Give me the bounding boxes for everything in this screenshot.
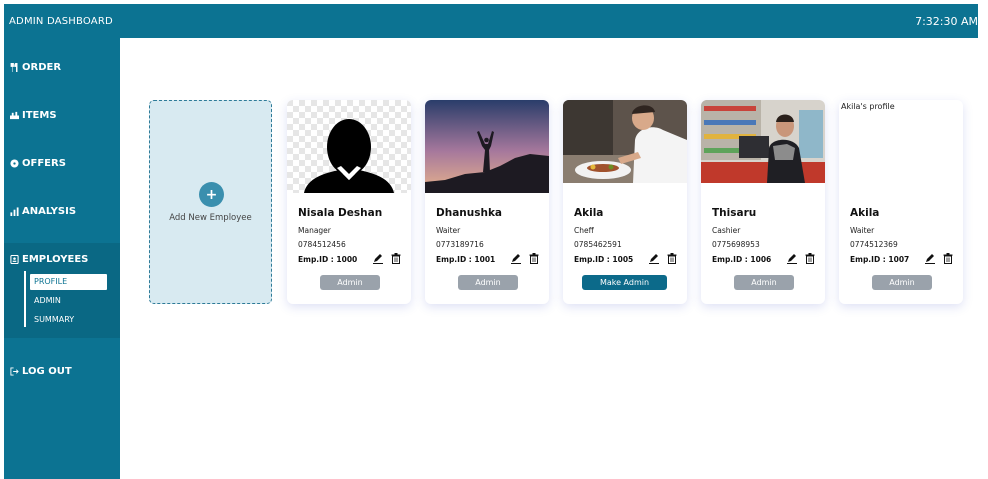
top-bar: ADMIN DASHBOARD 7:32:30 AM [4, 4, 978, 38]
items-icon [9, 110, 19, 120]
image-alt-text: Akila's profile [841, 102, 895, 111]
delete-icon[interactable] [805, 253, 815, 264]
edit-icon[interactable] [373, 254, 383, 264]
admin-button[interactable]: Admin [872, 275, 932, 290]
employee-name: Nisala Deshan [298, 207, 383, 219]
employee-photo [701, 100, 825, 183]
sidebar-item-logout[interactable]: LOG OUT [9, 363, 72, 379]
make-admin-button[interactable]: Make Admin [582, 275, 667, 290]
employee-card: Akila's profile Akila Waiter 0774512369 … [839, 100, 963, 304]
sidebar-subitem-admin[interactable]: ADMIN [30, 293, 107, 309]
employee-id: Emp.ID : 1007 [850, 255, 910, 264]
sidebar-item-label: EMPLOYEES [22, 253, 89, 265]
employee-name: Thisaru [712, 207, 757, 219]
sidebar-item-label: LOG OUT [22, 365, 72, 377]
admin-button[interactable]: Admin [734, 275, 794, 290]
sidebar-item-label: ORDER [22, 61, 62, 73]
edit-icon[interactable] [787, 254, 797, 264]
employee-name: Dhanushka [436, 207, 503, 219]
sidebar-item-items[interactable]: ITEMS [9, 107, 57, 123]
add-employee-card[interactable]: + Add New Employee [149, 100, 272, 304]
sidebar-item-employees[interactable]: EMPLOYEES [9, 251, 88, 267]
employee-phone: 0785462591 [574, 240, 622, 249]
employee-role: Manager [298, 226, 331, 235]
employee-photo [563, 100, 687, 183]
employee-phone: 0774512369 [850, 240, 898, 249]
employee-name: Akila [574, 207, 604, 219]
delete-icon[interactable] [667, 253, 677, 264]
utensils-icon [9, 62, 19, 72]
employee-role: Waiter [850, 226, 875, 235]
bar-chart-icon [9, 206, 19, 216]
employee-name: Akila [850, 207, 880, 219]
app-title: ADMIN DASHBOARD [9, 16, 113, 27]
edit-icon[interactable] [649, 254, 659, 264]
employees-icon [9, 254, 19, 264]
employee-card: Akila Cheff 0785462591 Emp.ID : 1005 Mak… [563, 100, 687, 304]
sidebar: ORDER ITEMS OFFERS ANALYSIS EMPLOYEES PR… [4, 38, 120, 479]
admin-button[interactable]: Admin [458, 275, 518, 290]
delete-icon[interactable] [943, 253, 953, 264]
employee-card: Thisaru Cashier 0775698953 Emp.ID : 1006… [701, 100, 825, 304]
subnav-line [24, 271, 26, 327]
sidebar-item-label: ANALYSIS [22, 205, 77, 217]
sidebar-item-offers[interactable]: OFFERS [9, 155, 66, 171]
employee-role: Waiter [436, 226, 461, 235]
employee-card: Dhanushka Waiter 0773189716 Emp.ID : 100… [425, 100, 549, 304]
sidebar-item-label: ITEMS [22, 109, 57, 121]
employee-phone: 0773189716 [436, 240, 484, 249]
employee-phone: 0784512456 [298, 240, 346, 249]
employee-role: Cheff [574, 226, 594, 235]
add-employee-label: Add New Employee [169, 213, 252, 223]
offers-icon [9, 158, 19, 168]
edit-icon[interactable] [925, 254, 935, 264]
delete-icon[interactable] [529, 253, 539, 264]
employee-photo [425, 100, 549, 193]
sidebar-item-label: OFFERS [22, 157, 66, 169]
employee-id: Emp.ID : 1005 [574, 255, 634, 264]
logout-icon [9, 366, 19, 376]
edit-icon[interactable] [511, 254, 521, 264]
sidebar-subitem-profile[interactable]: PROFILE [30, 274, 107, 290]
employee-photo-missing: Akila's profile [839, 100, 963, 193]
employee-phone: 0775698953 [712, 240, 760, 249]
employee-id: Emp.ID : 1001 [436, 255, 496, 264]
clock-display: 7:32:30 AM [915, 15, 978, 28]
employee-id: Emp.ID : 1000 [298, 255, 358, 264]
delete-icon[interactable] [391, 253, 401, 264]
employee-photo [287, 100, 411, 193]
employee-role: Cashier [712, 226, 741, 235]
plus-icon: + [205, 186, 218, 203]
app-root: ADMIN DASHBOARD 7:32:30 AM ORDER ITEMS O… [0, 0, 988, 479]
sidebar-subitem-summary[interactable]: SUMMARY [30, 312, 107, 328]
employee-card: Nisala Deshan Manager 0784512456 Emp.ID … [287, 100, 411, 304]
admin-button[interactable]: Admin [320, 275, 380, 290]
employee-id: Emp.ID : 1006 [712, 255, 772, 264]
sidebar-item-order[interactable]: ORDER [9, 59, 61, 75]
sidebar-item-analysis[interactable]: ANALYSIS [9, 203, 76, 219]
add-employee-button[interactable]: + [199, 182, 224, 207]
